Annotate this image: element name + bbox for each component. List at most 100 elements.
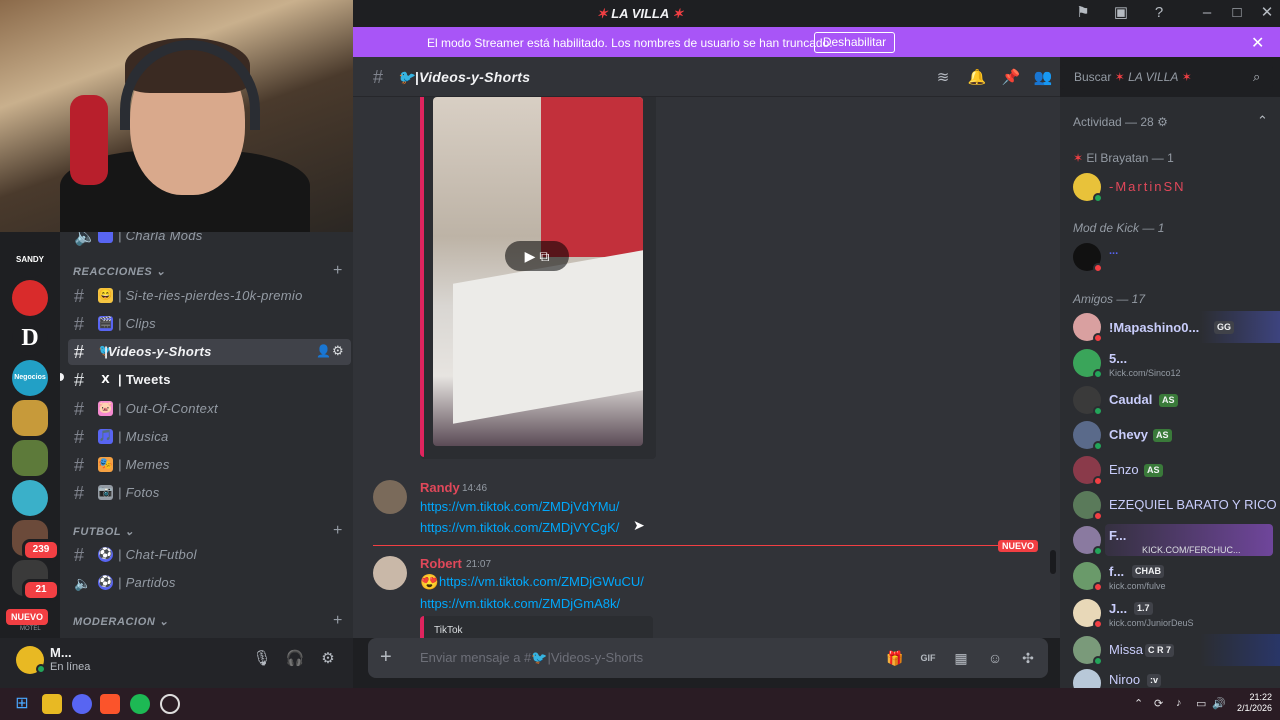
member-item[interactable]: F... KICK.COM/FERCHUC...: [1060, 524, 1280, 558]
invite-icon[interactable]: 👤: [316, 344, 331, 358]
member-item[interactable]: f... CHAB kick.com/fulve: [1060, 560, 1280, 594]
threads-icon[interactable]: ≋: [933, 68, 953, 88]
scrollbar-thumb[interactable]: [1050, 550, 1056, 574]
member-name: F...: [1109, 528, 1127, 543]
server-icon-d[interactable]: D: [12, 320, 48, 356]
server-icon-sandy[interactable]: SANDY MOTORS: [12, 242, 48, 300]
member-item[interactable]: !Mapashino0... GG: [1060, 311, 1280, 345]
message-link[interactable]: https://vm.tiktok.com/ZMDjGmA8k/: [420, 596, 620, 611]
notification-bell-icon[interactable]: 🔔: [967, 68, 987, 88]
network-icon[interactable]: ▭: [1196, 697, 1206, 710]
file-explorer-icon[interactable]: [42, 694, 62, 714]
server-icon[interactable]: [12, 480, 48, 516]
tray-app-icon[interactable]: ♪: [1176, 697, 1182, 709]
member-item[interactable]: ...: [1060, 241, 1280, 275]
member-item[interactable]: Caudal AS: [1060, 384, 1280, 418]
message-avatar[interactable]: [373, 556, 407, 590]
activity-header[interactable]: Actividad — 28 ⚙: [1073, 115, 1168, 129]
channel-item[interactable]: # X | Tweets: [68, 367, 351, 393]
category-label: MODERACION: [73, 616, 156, 628]
member-item[interactable]: EZEQUIEL BARATO Y RICO: [1060, 489, 1280, 523]
user-panel: M... En línea 🎙 🎧 ⚙: [0, 638, 353, 688]
category-reacciones[interactable]: REACCIONES ⌄: [73, 265, 166, 278]
gift-icon[interactable]: 🎁: [885, 648, 905, 668]
sticker-icon[interactable]: ▦: [951, 648, 971, 668]
server-icon[interactable]: [12, 400, 48, 436]
message-link[interactable]: https://vm.tiktok.com/ZMDjVYCgK/: [420, 520, 619, 535]
channel-item[interactable]: # 🎭 | Memes: [68, 452, 351, 478]
tray-app-icon[interactable]: ⟳: [1154, 697, 1163, 710]
maximize-icon[interactable]: □: [1228, 4, 1246, 22]
spotify-icon[interactable]: [130, 694, 150, 714]
inbox-icon[interactable]: ▣: [1112, 4, 1130, 22]
close-banner-icon[interactable]: ✕: [1251, 33, 1264, 53]
member-list-icon[interactable]: 👥: [1033, 68, 1053, 88]
help-icon[interactable]: ?: [1150, 4, 1168, 22]
message-link[interactable]: https://vm.tiktok.com/ZMDjGWuCU/: [439, 574, 644, 589]
flag-icon[interactable]: ⚑: [1074, 4, 1092, 22]
category-futbol[interactable]: FUTBOL ⌄: [73, 525, 135, 538]
message-composer[interactable]: + Enviar mensaje a #🐦|Videos-y-Shorts 🎁 …: [368, 638, 1048, 678]
member-name: !Mapashino0...: [1109, 320, 1200, 335]
app-icon[interactable]: [160, 694, 180, 714]
video-thumbnail[interactable]: ▶ ⧉: [433, 97, 643, 446]
settings-gear-icon[interactable]: ⚙: [1157, 115, 1168, 129]
member-item[interactable]: Niroo :v: [1060, 667, 1280, 688]
channel-item[interactable]: # 🎬 | Clips: [68, 311, 351, 337]
composer-input[interactable]: Enviar mensaje a #🐦|Videos-y-Shorts: [420, 650, 643, 666]
gif-icon[interactable]: GIF: [918, 648, 938, 668]
tray-chevron-icon[interactable]: ⌃: [1134, 697, 1143, 710]
channel-item[interactable]: # 😄 | Si-te-ries-pierdes-10k-premio: [68, 283, 351, 309]
member-item[interactable]: J... 1.7 kick.com/JuniorDeuS: [1060, 597, 1280, 631]
disable-streamer-button[interactable]: Deshabilitar: [814, 32, 895, 53]
minimize-icon[interactable]: –: [1198, 4, 1216, 22]
member-item[interactable]: 5... Kick.com/Sinco12: [1060, 347, 1280, 381]
brave-browser-icon[interactable]: [100, 694, 120, 714]
search-server-name: LA VILLA: [1128, 70, 1179, 84]
apps-icon[interactable]: ✣: [1018, 648, 1038, 668]
server-icon[interactable]: [12, 280, 48, 316]
settings-gear-icon[interactable]: ⚙: [332, 343, 344, 359]
heart-eyes-emoji: 😍: [420, 574, 439, 591]
user-settings-icon[interactable]: ⚙: [317, 648, 339, 670]
collapse-chevron-icon[interactable]: ⌃: [1257, 113, 1268, 129]
emoji-icon[interactable]: ☺: [985, 648, 1005, 668]
member-item[interactable]: -MartinSN: [1060, 171, 1280, 205]
member-item[interactable]: Missa C R 7: [1060, 634, 1280, 668]
member-item[interactable]: Enzo AS: [1060, 454, 1280, 488]
add-channel-icon[interactable]: +: [333, 522, 342, 540]
channel-item[interactable]: 🔈 ⚽ | Partidos: [68, 570, 351, 596]
server-icon[interactable]: [12, 440, 48, 476]
play-icon[interactable]: ▶ ⧉: [505, 241, 569, 271]
tiktok-embed[interactable]: TikTok: [420, 616, 653, 638]
microphone-icon[interactable]: 🎙: [251, 648, 273, 670]
status-dot: [1093, 193, 1103, 203]
windows-start-icon[interactable]: ⊞: [12, 694, 32, 714]
channel-item[interactable]: # 🐷 | Out-Of-Context: [68, 396, 351, 422]
streamer-banner: El modo Streamer está habilitado. Los no…: [353, 27, 1280, 57]
channel-emoji: ⚽: [98, 547, 113, 562]
add-channel-icon[interactable]: +: [333, 612, 342, 630]
headphones-icon[interactable]: 🎧: [284, 648, 306, 670]
message-author[interactable]: Robert: [420, 556, 462, 571]
channel-item[interactable]: # ⚽ | Chat-Futbol: [68, 542, 351, 568]
close-window-icon[interactable]: ✕: [1258, 4, 1276, 22]
member-item[interactable]: Chevy AS: [1060, 419, 1280, 453]
online-status-dot: [36, 664, 46, 674]
channel-item[interactable]: # 🎵 | Musica: [68, 424, 351, 450]
channel-item[interactable]: 🔈 | Charla Mods: [68, 232, 351, 249]
server-icon-negocios[interactable]: Negocios Dvx: [12, 360, 48, 417]
discord-icon[interactable]: [72, 694, 92, 714]
message-link[interactable]: https://vm.tiktok.com/ZMDjVdYMu/: [420, 499, 619, 514]
attach-plus-icon[interactable]: +: [380, 646, 392, 669]
add-channel-icon[interactable]: +: [333, 262, 342, 280]
pin-icon[interactable]: 📌: [1001, 68, 1021, 88]
message-avatar[interactable]: [373, 480, 407, 514]
search-input[interactable]: Buscar ✶ LA VILLA ✶ ⌕: [1060, 65, 1273, 89]
channel-item[interactable]: # 📷 | Fotos: [68, 480, 351, 506]
message-author[interactable]: Randy: [420, 480, 460, 495]
channel-item-active[interactable]: # 🐦 |Videos-y-Shorts 👤 ⚙: [68, 339, 351, 365]
username[interactable]: M...: [50, 645, 72, 660]
category-moderacion[interactable]: MODERACION ⌄: [73, 615, 169, 628]
system-clock[interactable]: 21:22 2/1/2026: [1222, 692, 1272, 714]
